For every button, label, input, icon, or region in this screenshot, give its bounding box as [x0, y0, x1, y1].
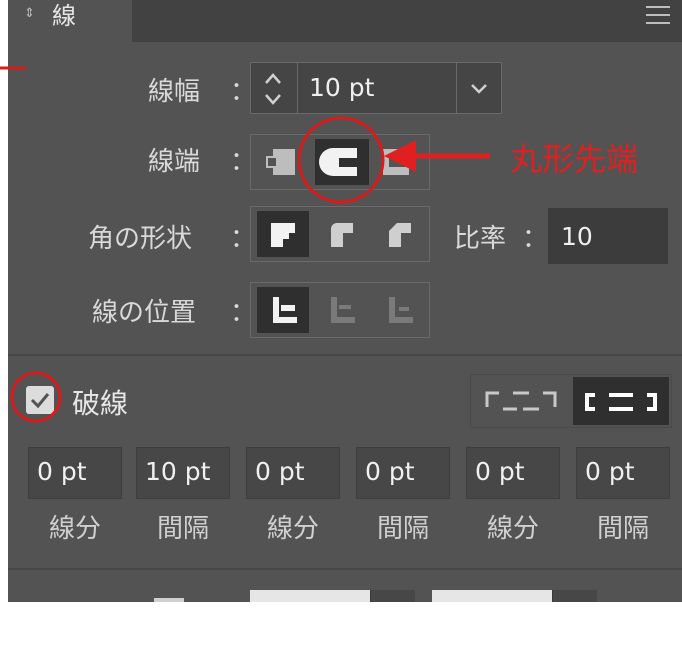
annotation-circle-checkbox — [10, 371, 62, 423]
annotation-circle — [297, 116, 385, 204]
annotation-arrowhead — [384, 140, 416, 172]
annotation-overlay — [0, 66, 490, 423]
annotation-label: 丸形先端 — [510, 140, 639, 178]
